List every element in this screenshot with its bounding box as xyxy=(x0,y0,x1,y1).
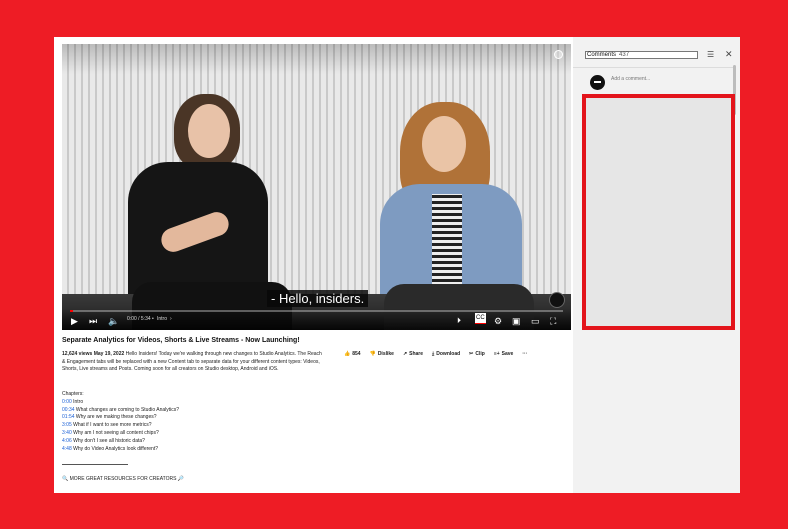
description-divider xyxy=(62,464,128,465)
chapter-item[interactable]: 00:34 What changes are coming to Studio … xyxy=(62,407,179,415)
more-actions-button[interactable]: ··· xyxy=(522,351,527,357)
video-stats: 12,624 views May 19, 2022 xyxy=(62,351,125,357)
thumbs-down-icon: 👎 xyxy=(369,351,376,357)
scissors-icon: ✂ xyxy=(469,351,474,357)
progress-bar[interactable] xyxy=(70,310,563,312)
playlist-add-icon: ≡+ xyxy=(493,351,500,357)
chapters-list: Chapters: 0:00 Intro 00:34 What changes … xyxy=(62,391,179,453)
resources-line: 🔍 MORE GREAT RESOURCES FOR CREATORS 🔎 xyxy=(62,476,185,482)
header-divider xyxy=(573,67,733,68)
avatar xyxy=(590,75,605,90)
time-display: 0:00 / 5:34 xyxy=(127,316,151,322)
share-button[interactable]: ↗ Share xyxy=(403,351,423,357)
volume-icon[interactable]: 🔈 xyxy=(108,316,119,326)
comments-panel: Comments 437 ☰ ✕ Add a comment... xyxy=(573,37,740,493)
chapter-item[interactable]: 3:05 What if I want to see more metrics? xyxy=(62,422,179,430)
miniplayer-icon[interactable]: ▣ xyxy=(512,316,521,326)
chapter-item[interactable]: 3:40 Why am I not seeing all content chi… xyxy=(62,430,179,438)
chapter-item[interactable]: 4:06 Why don't I see all historic data? xyxy=(62,438,179,446)
download-button[interactable]: ⤓ Download xyxy=(432,351,460,357)
video-title: Separate Analytics for Videos, Shorts & … xyxy=(62,337,300,344)
chapter-title[interactable]: Intro xyxy=(157,314,167,324)
captions-icon[interactable]: CC xyxy=(475,313,486,324)
close-icon[interactable]: ✕ xyxy=(725,49,733,60)
thumbs-up-icon: 👍 xyxy=(344,351,351,357)
comments-header: Comments 437 xyxy=(585,51,698,59)
like-button[interactable]: 👍 854 xyxy=(344,351,361,357)
chapters-label: Chapters: xyxy=(62,391,84,397)
action-bar: 👍 854 👎 Dislike ↗ Share ⤓ Download ✂ Clip ≡+ S… xyxy=(344,351,527,357)
chevron-right-icon[interactable]: › xyxy=(170,314,172,324)
chapter-item[interactable]: 4:48 Why do Video Analytics look differe… xyxy=(62,446,179,454)
info-icon[interactable] xyxy=(554,50,563,59)
add-comment-input[interactable]: Add a comment... xyxy=(611,76,650,82)
fullscreen-icon[interactable]: ⛶ xyxy=(550,316,556,326)
save-button[interactable]: ≡+ Save xyxy=(494,351,514,357)
channel-watermark[interactable] xyxy=(549,292,565,308)
next-icon[interactable]: ⏭ xyxy=(89,316,97,326)
share-icon: ↗ xyxy=(402,351,408,357)
autoplay-toggle-icon[interactable]: ⏵ xyxy=(457,316,461,326)
video-player[interactable]: - Hello, insiders. ▶ ⏭ 🔈 0:00 / 5:34 • I… xyxy=(62,44,571,330)
video-description: 12,624 views May 19, 2022 Hello Insiders… xyxy=(62,351,324,374)
comments-label: Comments xyxy=(587,52,617,58)
download-icon: ⤓ xyxy=(432,351,435,357)
dislike-button[interactable]: 👎 Dislike xyxy=(370,351,394,357)
theater-mode-icon[interactable]: ▭ xyxy=(531,316,540,326)
app-frame: - Hello, insiders. ▶ ⏭ 🔈 0:00 / 5:34 • I… xyxy=(54,37,740,493)
settings-icon[interactable]: ⚙ xyxy=(494,316,502,326)
chapter-item[interactable]: 01:54 Why are we making these changes? xyxy=(62,414,179,422)
comments-list-highlight xyxy=(582,94,735,330)
clip-button[interactable]: ✂ Clip xyxy=(469,351,485,357)
video-subtitle: - Hello, insiders. xyxy=(267,290,369,307)
comments-count: 437 xyxy=(619,52,630,58)
chapter-item[interactable]: 0:00 Intro xyxy=(62,399,179,407)
sort-icon[interactable]: ☰ xyxy=(707,50,714,59)
progress-fill xyxy=(70,310,73,312)
play-icon[interactable]: ▶ xyxy=(71,316,78,326)
